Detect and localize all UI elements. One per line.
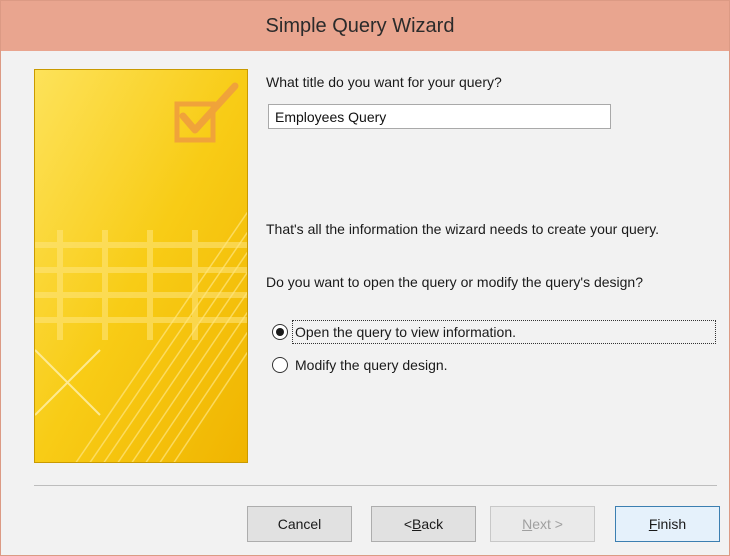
open-query-option[interactable]: Open the query to view information. — [272, 321, 516, 343]
finish-rest: inish — [657, 516, 687, 532]
footer-divider — [34, 485, 717, 486]
open-query-label: Open the query to view information. — [295, 324, 517, 340]
info-text: That's all the information the wizard ne… — [266, 221, 660, 237]
wizard-dialog: Simple Query Wizard What title do you wa… — [0, 0, 730, 556]
title-question-label: What title do you want for your query? — [266, 74, 502, 90]
window-title: Simple Query Wizard — [265, 14, 455, 37]
cancel-button[interactable]: Cancel — [247, 506, 352, 542]
open-question-label: Do you want to open the query or modify … — [266, 274, 644, 290]
wizard-illustration — [34, 69, 248, 463]
back-prefix: < — [403, 516, 413, 532]
title-bar[interactable]: Simple Query Wizard — [1, 1, 729, 51]
wizard-illustration-graphic — [35, 70, 247, 462]
next-button[interactable]: Next > — [490, 506, 595, 542]
back-mnemonic: B — [412, 516, 422, 532]
query-title-field[interactable] — [268, 104, 611, 129]
finish-button[interactable]: Finish — [615, 506, 720, 542]
next-rest: ext > — [532, 516, 563, 532]
back-rest: ack — [421, 516, 444, 532]
modify-design-option[interactable]: Modify the query design. — [272, 354, 448, 376]
finish-mnemonic: F — [648, 516, 658, 532]
modify-design-radio[interactable] — [272, 357, 288, 373]
next-mnemonic: N — [522, 516, 533, 532]
modify-design-label: Modify the query design. — [295, 357, 448, 373]
open-query-radio[interactable] — [272, 324, 288, 340]
back-button[interactable]: < Back — [371, 506, 476, 542]
